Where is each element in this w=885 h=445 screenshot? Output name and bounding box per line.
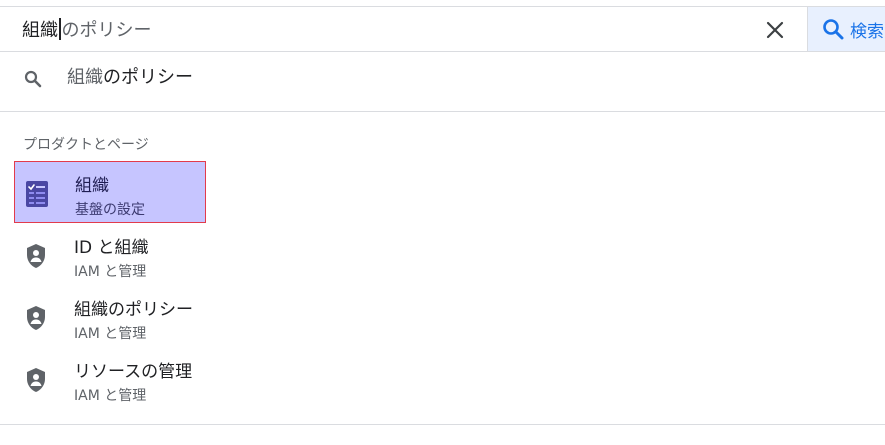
divider — [0, 424, 885, 425]
result-title: 組織のポリシー — [74, 300, 193, 320]
shield-person-icon — [24, 368, 48, 392]
search-typed-text: 組織 — [22, 20, 58, 41]
result-item[interactable]: 組織のポリシー IAM と管理 — [14, 286, 206, 348]
section-header: プロダクトとページ — [23, 137, 149, 153]
result-subtitle: IAM と管理 — [74, 326, 147, 342]
result-title: リソースの管理 — [74, 362, 193, 382]
result-item[interactable]: リソースの管理 IAM と管理 — [14, 348, 206, 410]
shield-person-icon — [24, 244, 48, 268]
result-title: 組織 — [75, 176, 109, 196]
checklist-icon — [25, 181, 49, 207]
query-suggestion-text: 組織のポリシー — [67, 63, 193, 89]
query-suggestion[interactable]: 組織のポリシー — [0, 52, 885, 112]
search-icon — [823, 19, 844, 40]
search-input[interactable]: 組織 のポリシー — [22, 7, 152, 51]
query-match: 組織 — [67, 67, 103, 88]
result-subtitle: IAM と管理 — [74, 388, 147, 404]
text-caret — [59, 18, 61, 40]
search-button-label: 検索 — [850, 21, 884, 42]
clear-search-button[interactable] — [762, 17, 788, 43]
search-icon — [24, 70, 42, 88]
result-title: ID と組織 — [74, 238, 149, 258]
result-item[interactable]: 組織 基盤の設定 — [14, 161, 206, 223]
result-subtitle: 基盤の設定 — [75, 202, 145, 218]
search-button[interactable]: 検索 — [807, 7, 885, 51]
result-item[interactable]: ID と組織 IAM と管理 — [14, 224, 206, 286]
shield-person-icon — [24, 306, 48, 330]
result-subtitle: IAM と管理 — [74, 264, 147, 280]
search-autocomplete-text: のポリシー — [61, 20, 152, 41]
query-rest: のポリシー — [103, 67, 193, 88]
close-icon — [766, 21, 784, 39]
search-bar: 組織 のポリシー 検索 — [0, 6, 885, 52]
